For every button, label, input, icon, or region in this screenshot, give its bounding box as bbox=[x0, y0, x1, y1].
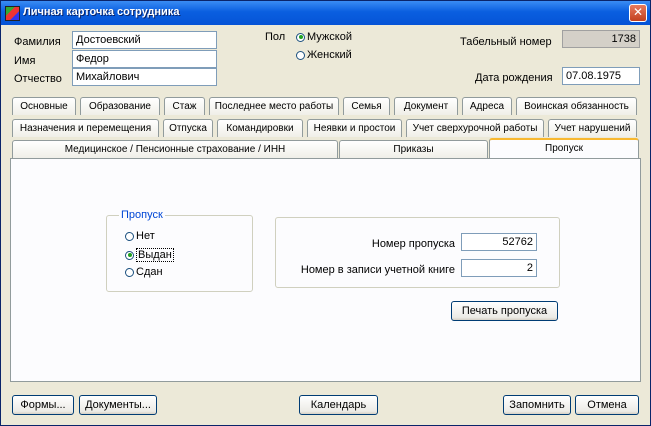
book-number-label: Номер в записи учетной книге bbox=[300, 264, 455, 276]
tab-orders[interactable]: Приказы bbox=[339, 140, 488, 158]
tab-pass[interactable]: Пропуск bbox=[489, 138, 639, 158]
pass-returned-label: Сдан bbox=[136, 266, 163, 278]
birth-field[interactable]: 07.08.1975 bbox=[562, 67, 640, 85]
radio-icon bbox=[125, 267, 134, 277]
tab-vacations[interactable]: Отпуска bbox=[163, 119, 213, 137]
tab-absences[interactable]: Неявки и простои bbox=[307, 119, 402, 137]
tab-medical[interactable]: Медицинское / Пенсионные страхование / И… bbox=[12, 140, 338, 158]
save-button[interactable]: Запомнить bbox=[503, 395, 571, 415]
pass-number-group: Номер пропуска 52762 Номер в записи учет… bbox=[275, 217, 560, 288]
tab-violations[interactable]: Учет нарушений bbox=[548, 119, 637, 137]
pass-group-label: Пропуск bbox=[119, 209, 165, 221]
pass-issued-label: Выдан bbox=[136, 248, 174, 262]
pass-returned-radio[interactable]: Сдан bbox=[125, 266, 163, 278]
radio-icon bbox=[296, 50, 305, 60]
title-bar: Личная карточка сотрудника ✕ bbox=[1, 1, 650, 25]
cancel-button[interactable]: Отмена bbox=[575, 395, 639, 415]
pass-tab-panel: Пропуск Нет Выдан Сдан Номер пропуска 52… bbox=[10, 158, 641, 382]
pass-issued-radio[interactable]: Выдан bbox=[125, 248, 174, 262]
name-label: Имя bbox=[14, 55, 36, 67]
tab-military[interactable]: Воинская обязанность bbox=[516, 97, 637, 115]
tab-overtime[interactable]: Учет сверхурочной работы bbox=[406, 119, 544, 137]
patronymic-field[interactable]: Михайлович bbox=[72, 68, 217, 86]
close-icon: ✕ bbox=[632, 5, 644, 19]
surname-label: Фамилия bbox=[14, 36, 61, 48]
tab-document[interactable]: Документ bbox=[394, 97, 458, 115]
tab-addresses[interactable]: Адреса bbox=[462, 97, 512, 115]
book-number-field[interactable]: 2 bbox=[461, 259, 537, 277]
gender-male-radio[interactable]: Мужской bbox=[296, 31, 352, 43]
tabnum-label: Табельный номер bbox=[460, 36, 552, 48]
tab-experience[interactable]: Стаж bbox=[164, 97, 205, 115]
tab-family[interactable]: Семья bbox=[343, 97, 390, 115]
print-pass-button[interactable]: Печать пропуска bbox=[451, 301, 558, 321]
app-icon bbox=[5, 6, 20, 21]
gender-female-radio[interactable]: Женский bbox=[296, 49, 352, 61]
radio-icon bbox=[125, 231, 134, 241]
employee-card-window: Личная карточка сотрудника ✕ Фамилия Дос… bbox=[0, 0, 651, 426]
birth-label: Дата рождения bbox=[475, 72, 553, 84]
tab-business-trips[interactable]: Командировки bbox=[217, 119, 303, 137]
gender-male-label: Мужской bbox=[307, 31, 352, 43]
tabnum-field: 1738 bbox=[562, 30, 640, 48]
window-title: Личная карточка сотрудника bbox=[23, 6, 180, 18]
tab-appointments[interactable]: Назначения и перемещения bbox=[12, 119, 159, 137]
calendar-button[interactable]: Календарь bbox=[299, 395, 378, 415]
documents-button[interactable]: Документы... bbox=[79, 395, 157, 415]
tab-last-job[interactable]: Последнее место работы bbox=[209, 97, 339, 115]
gender-female-label: Женский bbox=[307, 49, 352, 61]
close-button[interactable]: ✕ bbox=[629, 4, 647, 22]
radio-selected-icon bbox=[125, 250, 134, 260]
patronymic-label: Отчество bbox=[14, 73, 62, 85]
pass-none-label: Нет bbox=[136, 230, 155, 242]
tab-basic[interactable]: Основные bbox=[12, 97, 76, 115]
radio-selected-icon bbox=[296, 32, 305, 42]
pass-number-field[interactable]: 52762 bbox=[461, 233, 537, 251]
name-field[interactable]: Федор bbox=[72, 50, 217, 68]
pass-number-label: Номер пропуска bbox=[371, 238, 455, 250]
pass-status-group: Пропуск Нет Выдан Сдан bbox=[106, 209, 253, 292]
tab-education[interactable]: Образование bbox=[80, 97, 160, 115]
pass-none-radio[interactable]: Нет bbox=[125, 230, 155, 242]
gender-label: Пол bbox=[265, 31, 286, 43]
surname-field[interactable]: Достоевский bbox=[72, 31, 217, 49]
forms-button[interactable]: Формы... bbox=[12, 395, 74, 415]
